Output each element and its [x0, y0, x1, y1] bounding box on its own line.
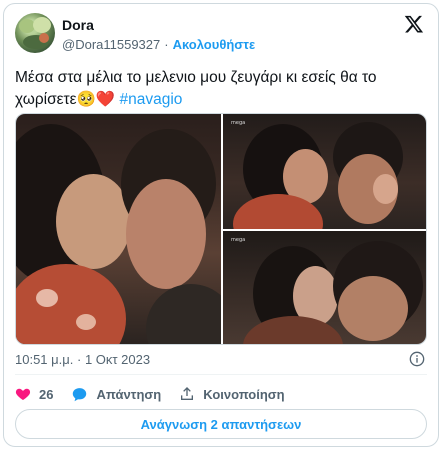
date: 1 Οκτ 2023 [84, 352, 151, 367]
reply-label: Απάντηση [96, 386, 162, 402]
tweet-card: Dora @Dora11559327 · Ακολουθήστε Μέσα στα … [3, 3, 439, 447]
read-replies-button[interactable]: Ανάγνωση 2 απαντήσεων [15, 409, 427, 439]
like-button[interactable]: 26 [15, 386, 53, 402]
hashtag-link[interactable]: #navagio [120, 91, 183, 108]
tweet-emoji: 🥺❤️ [76, 91, 116, 108]
media-image-3[interactable]: mega [223, 231, 426, 344]
tweet-timestamp[interactable]: 10:51 μ.μ. · 1 Οκτ 2023 [15, 352, 150, 367]
watermark: mega [231, 120, 246, 126]
share-button[interactable]: Κοινοποίηση [179, 386, 285, 402]
share-label: Κοινοποίηση [203, 386, 285, 402]
action-bar: 26 Απάντηση Κοινοποίηση [15, 384, 303, 404]
avatar[interactable] [15, 13, 55, 53]
tweet-body: Μέσα στα μέλια το μελενιο μου ζευγάρι κι… [15, 69, 377, 108]
media-grid: mega mega [15, 113, 427, 345]
author-handle-row: @Dora11559327 · Ακολουθήστε [62, 37, 255, 52]
separator-dot-2: · [76, 352, 82, 367]
x-logo-icon[interactable] [404, 14, 424, 34]
share-icon [181, 387, 194, 400]
reply-button[interactable]: Απάντηση [71, 386, 161, 403]
separator-dot: · [164, 37, 169, 52]
info-icon[interactable] [409, 351, 425, 367]
follow-button[interactable]: Ακολουθήστε [173, 37, 256, 52]
media-image-2[interactable]: mega [223, 114, 426, 229]
author-handle[interactable]: @Dora11559327 [62, 37, 160, 52]
reply-bubble-icon [73, 387, 87, 401]
time: 10:51 μ.μ. [15, 352, 74, 367]
divider [15, 374, 427, 375]
tweet-text: Μέσα στα μέλια το μελενιο μου ζευγάρι κι… [15, 67, 425, 111]
media-image-1[interactable] [16, 114, 221, 344]
heart-icon [15, 388, 31, 400]
watermark-2: mega [231, 237, 246, 243]
like-count: 26 [39, 386, 54, 402]
author-name[interactable]: Dora [62, 17, 94, 33]
